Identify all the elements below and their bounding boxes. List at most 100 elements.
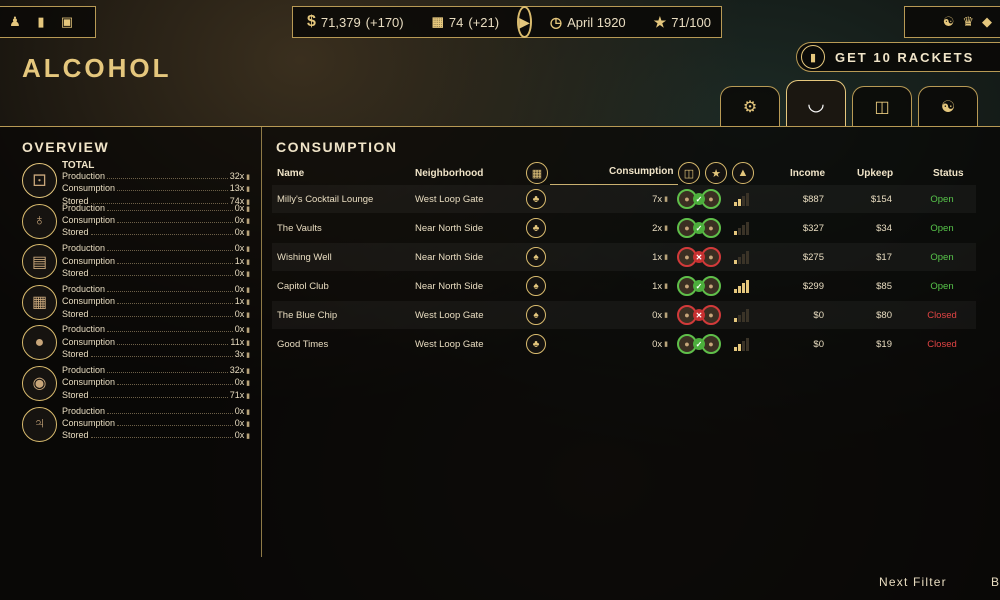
venue-tier: ♣ (526, 330, 548, 358)
overview-production-line: Production 32x (62, 171, 250, 183)
venue-type-icon: ♠ (526, 247, 546, 267)
overview-consumption-line: Consumption 1x (62, 256, 250, 268)
leader-dots (117, 257, 233, 264)
header-consumption[interactable]: Consumption (609, 166, 673, 177)
book-icon[interactable]: ▮ (32, 13, 50, 31)
diamond-icon[interactable]: ◆ (982, 14, 992, 30)
venue-name: Wishing Well (277, 251, 332, 263)
overview-stored-value: 3x (235, 349, 250, 361)
header-income[interactable]: Income (790, 168, 825, 179)
level-bar (738, 286, 741, 293)
star-icon: ★ (653, 13, 667, 30)
check-icon: ✓ (693, 193, 705, 205)
overview-production-value: 32x (230, 171, 250, 183)
overview-stored-label: Stored (62, 430, 89, 441)
venue-consumption: 0x (602, 330, 668, 358)
handshake-icon[interactable]: ☯ (943, 14, 955, 30)
clock-icon: ◷ (549, 13, 563, 30)
overview-stored-value: 0x (235, 309, 250, 321)
supply-indicator: ● ✕ ● (677, 243, 727, 271)
venue-level (734, 272, 752, 300)
venue-level (734, 330, 752, 358)
overview-production-value: 0x (235, 203, 250, 215)
header-status[interactable]: Status (933, 168, 964, 179)
pouring-bottle-icon: ◡ (807, 93, 825, 115)
header-name[interactable]: Name (277, 168, 304, 179)
tab-storage[interactable]: ◫ (852, 86, 912, 126)
overview-stats: Production 0x Consumption 1x Stored 0x (62, 284, 250, 321)
overview-consumption-line: Consumption 11x (62, 337, 250, 349)
table-row[interactable]: The Vaults Near North Side ♣ 2x ●✓● $327 $34 Op… (272, 214, 976, 242)
table-row[interactable]: Wishing Well Near North Side ♠ 1x ●✕● $275 $17… (272, 243, 976, 271)
tab-deals[interactable]: ☯ (918, 86, 978, 126)
get-rackets-label: GET 10 RACKETS (835, 49, 975, 65)
overview-consumption-line: Consumption 0x (62, 377, 250, 389)
quality-filter-icon[interactable]: ★ (705, 162, 727, 184)
crown-icon[interactable]: ♛ (962, 14, 974, 30)
overview-consumption-value: 11x (230, 337, 250, 349)
play-button[interactable]: ▶ (517, 6, 532, 38)
level-bars-icon (734, 250, 749, 264)
overview-production-value: 0x (235, 284, 250, 296)
venue-name: Milly's Cocktail Lounge (277, 193, 374, 205)
table-row[interactable]: Capitol Club Near North Side ♠ 1x ●✓● $299 $85… (272, 272, 976, 300)
header-neighborhood[interactable]: Neighborhood (415, 168, 483, 179)
level-bar (738, 344, 741, 351)
overview-stats: Production 0x Consumption 1x Stored 0x (62, 243, 250, 280)
overview-consumption-value: 0x (235, 377, 250, 389)
venue-upkeep: $34 (876, 222, 892, 234)
building-tier-icon[interactable]: ▦ (526, 162, 548, 184)
overview-stored-value: 0x (235, 268, 250, 280)
table-row[interactable]: Good Times West Loop Gate ♣ 0x ●✓● $0 $19 Close… (272, 330, 976, 358)
leader-dots (117, 378, 233, 386)
table-row[interactable]: The Blue Chip West Loop Gate ♠ 0x ●✕● $0 $80 Cl… (272, 301, 976, 329)
overview-consumption-label: Consumption (62, 296, 116, 307)
level-bar (738, 257, 741, 264)
status-badge: Open (930, 280, 954, 292)
leader-dots (107, 172, 228, 179)
tab-production[interactable]: ⚙ (720, 86, 780, 126)
level-filter-icon[interactable]: ▲ (732, 162, 754, 184)
overview-stats: Production 32x Consumption 0x Stored 71x (62, 365, 250, 402)
leader-dots (117, 338, 229, 345)
supply-indicator: ● ✓ ● (677, 330, 727, 358)
barrel-filter-icon[interactable]: ◫ (678, 162, 700, 184)
overview-stats: Production 0x Consumption 11x Stored 3x (62, 324, 250, 361)
overview-item: ♁ Production 0x Consumption 0x Stored 0x (22, 203, 250, 244)
overview-production-label: Production (62, 202, 106, 213)
overview-stored-line: Stored 0x (62, 309, 250, 321)
panel-separator (261, 127, 262, 557)
overview-consumption-value: 1x (235, 256, 250, 268)
tab-alcohol[interactable]: ◡ (786, 80, 846, 126)
people-icon[interactable]: ♟ (6, 13, 24, 31)
status-badge: Open (930, 193, 954, 205)
venue-upkeep: $80 (876, 309, 892, 321)
overview-item: ● Production 0x Consumption 11x Stored 3x (22, 324, 250, 365)
level-bar (746, 193, 749, 206)
back-hint[interactable]: B (991, 575, 999, 589)
overview-stored-value: 0x (235, 430, 250, 442)
influence-value: 74 (448, 14, 464, 30)
overview-total-label: TOTAL (62, 160, 95, 171)
level-bars-icon (734, 221, 749, 235)
overview-production-label: Production (62, 364, 106, 375)
get-rackets-button[interactable]: ▮ GET 10 RACKETS (796, 42, 1000, 72)
leader-dots (90, 228, 233, 236)
overview-consumption-label: Consumption (62, 183, 116, 194)
overview-item: ⚀TOTALProduction32xConsumption13xStored7… (22, 160, 250, 206)
overview-stored-label: Stored (62, 389, 89, 400)
next-filter-hint[interactable]: Next Filter (879, 575, 947, 589)
briefcase-icon[interactable]: ▣ (58, 13, 76, 31)
overview-stored-line: Stored 0x (62, 430, 250, 442)
level-bar (746, 280, 749, 293)
table-row[interactable]: Milly's Cocktail Lounge West Loop Gate ♣ 7x… (272, 185, 976, 213)
level-bar (738, 199, 741, 206)
venue-upkeep: $154 (870, 193, 892, 205)
venue-name: Capitol Club (277, 280, 329, 292)
bottle-case-icon: ▦ (22, 284, 57, 320)
overview-item: ▦ Production 0x Consumption 1x Stored 0x (22, 284, 250, 325)
header-upkeep[interactable]: Upkeep (857, 168, 893, 179)
play-icon: ▶ (519, 13, 530, 30)
barrels-icon: ◫ (874, 98, 890, 116)
leader-dots (107, 366, 228, 373)
